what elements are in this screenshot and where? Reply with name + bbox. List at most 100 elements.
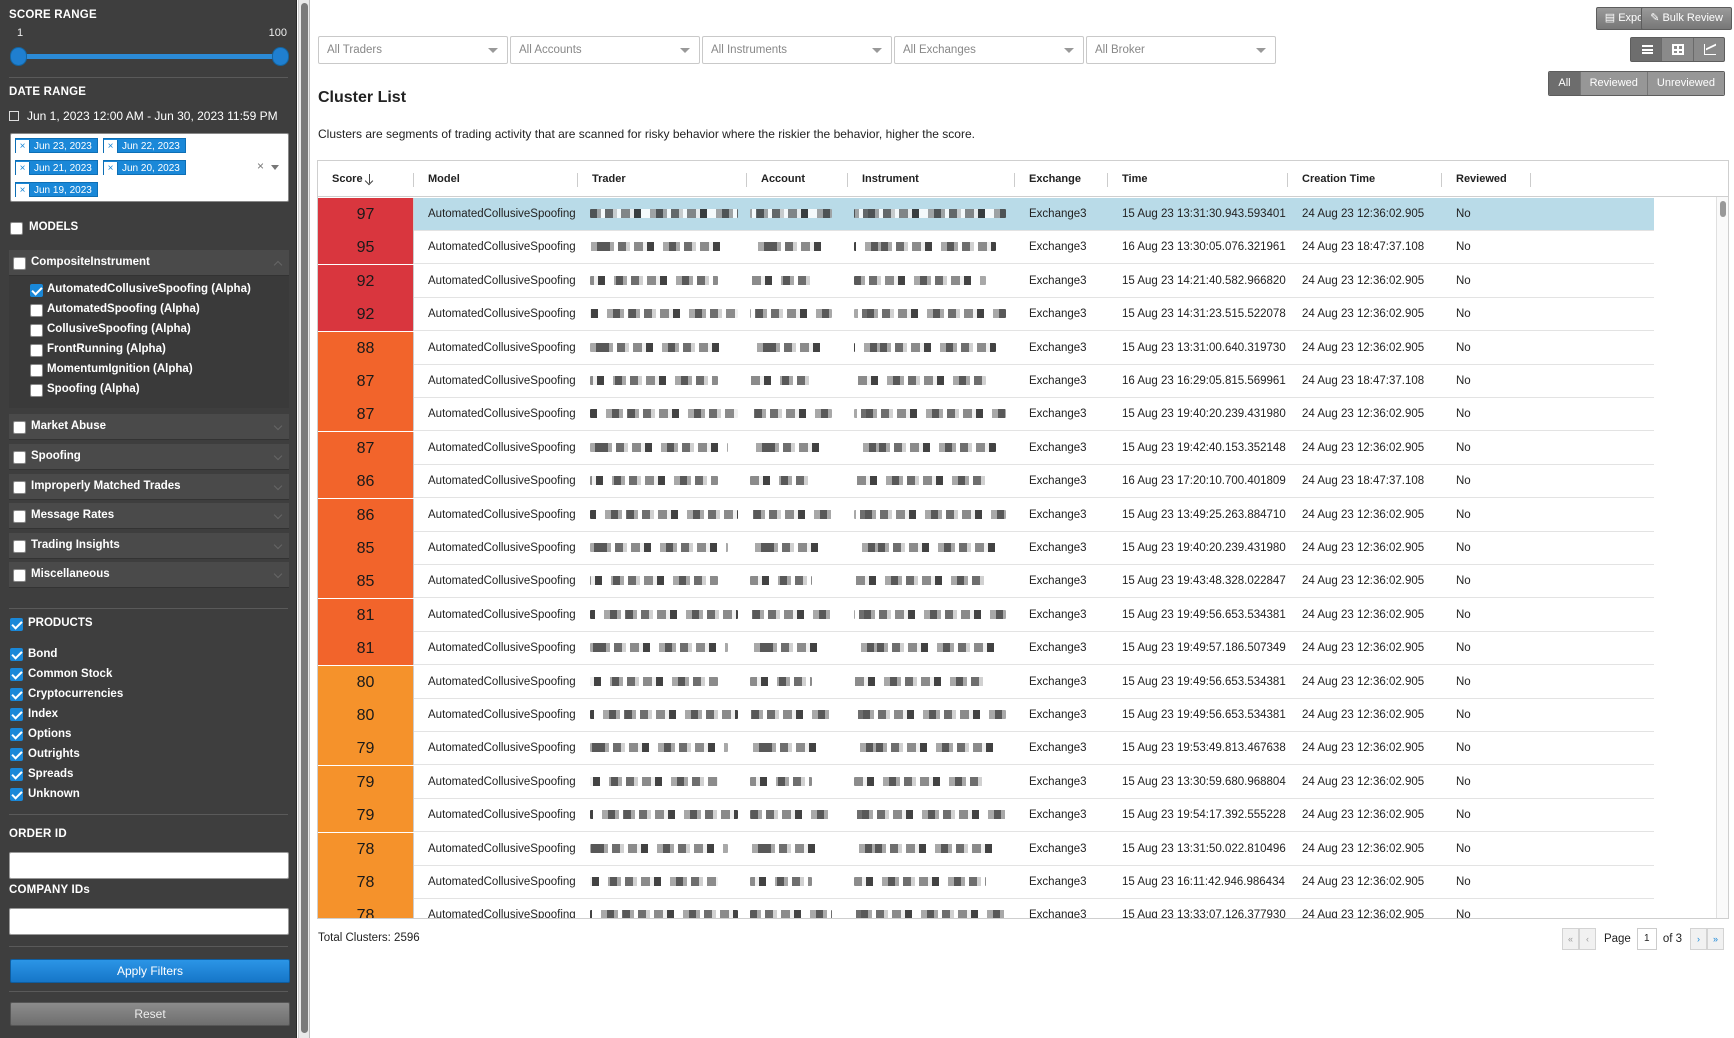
products-checkbox[interactable]	[10, 618, 23, 631]
column-header-creation-time[interactable]: Creation Time	[1288, 161, 1442, 197]
company-ids-input[interactable]	[9, 908, 289, 935]
bulk-review-button[interactable]: ✎ Bulk Review	[1641, 7, 1732, 30]
table-row[interactable]: 85 AutomatedCollusiveSpoofing Exchange3 15 …	[318, 565, 1654, 599]
group-checkbox[interactable]	[13, 481, 26, 494]
list-view-button[interactable]	[1631, 38, 1663, 61]
column-header-reviewed[interactable]: Reviewed	[1442, 161, 1531, 197]
product-checkbox[interactable]	[10, 648, 23, 661]
column-header-score[interactable]: Score	[318, 161, 414, 197]
prev-page-button[interactable]: ‹	[1578, 928, 1596, 950]
column-header-model[interactable]: Model	[414, 161, 578, 197]
model-group-market-abuse[interactable]: Market Abuse	[9, 414, 289, 440]
group-checkbox[interactable]	[13, 540, 26, 553]
product-checkbox[interactable]	[10, 668, 23, 681]
group-checkbox[interactable]	[13, 257, 26, 270]
group-checkbox[interactable]	[13, 451, 26, 464]
table-row[interactable]: 88 AutomatedCollusiveSpoofing Exchange3 15 …	[318, 331, 1654, 365]
table-row[interactable]: 79 AutomatedCollusiveSpoofing Exchange3 15 …	[318, 732, 1654, 766]
table-row[interactable]: 79 AutomatedCollusiveSpoofing Exchange3 15 …	[318, 799, 1654, 833]
reset-button[interactable]: Reset	[10, 1002, 290, 1026]
model-checkbox[interactable]	[30, 284, 43, 297]
table-row[interactable]: 78 AutomatedCollusiveSpoofing Exchange3 15 …	[318, 866, 1654, 899]
clear-dates-icon[interactable]: ×	[257, 159, 264, 173]
remove-tag-icon[interactable]: ×	[16, 184, 30, 197]
table-scrollbar[interactable]	[1716, 197, 1728, 918]
remove-tag-icon[interactable]: ×	[16, 162, 30, 175]
remove-tag-icon[interactable]: ×	[104, 162, 118, 175]
table-row[interactable]: 87 AutomatedCollusiveSpoofing Exchange3 15 …	[318, 398, 1654, 432]
chevron-down-icon[interactable]	[273, 569, 283, 579]
chart-view-button[interactable]	[1694, 38, 1724, 61]
last-page-button[interactable]: »	[1707, 928, 1724, 950]
model-checkbox[interactable]	[30, 364, 43, 377]
chevron-down-icon[interactable]	[273, 540, 283, 550]
table-row[interactable]: 79 AutomatedCollusiveSpoofing Exchange3 15 …	[318, 765, 1654, 799]
page-input[interactable]: 1	[1636, 928, 1657, 950]
chevron-down-icon[interactable]	[273, 421, 283, 431]
group-checkbox[interactable]	[13, 421, 26, 434]
group-checkbox[interactable]	[13, 569, 26, 582]
model-checkbox[interactable]	[30, 344, 43, 357]
model-group-trading-insights[interactable]: Trading Insights	[9, 533, 289, 559]
models-checkbox[interactable]	[10, 222, 23, 235]
traders-select[interactable]: All Traders	[318, 36, 508, 64]
date-tags-select[interactable]: × Jun 23, 2023 × Jun 22, 2023 × Jun 21, 202…	[10, 133, 289, 202]
product-checkbox[interactable]	[10, 688, 23, 701]
tab-all[interactable]: All	[1549, 72, 1581, 95]
model-group-miscellaneous[interactable]: Miscellaneous	[9, 562, 289, 588]
tab-reviewed[interactable]: Reviewed	[1580, 72, 1648, 95]
column-header-trader[interactable]: Trader	[578, 161, 747, 197]
model-group-spoofing[interactable]: Spoofing	[9, 444, 289, 470]
model-checkbox[interactable]	[30, 304, 43, 317]
chevron-down-icon[interactable]	[273, 481, 283, 491]
table-row[interactable]: 87 AutomatedCollusiveSpoofing Exchange3 16 …	[318, 365, 1654, 398]
column-header-time[interactable]: Time	[1108, 161, 1288, 197]
table-row[interactable]: 80 AutomatedCollusiveSpoofing Exchange3 15 …	[318, 665, 1654, 699]
scrollbar-thumb[interactable]	[301, 3, 308, 1033]
date-tag[interactable]: × Jun 20, 2023	[103, 160, 186, 175]
table-row[interactable]: 95 AutomatedCollusiveSpoofing Exchange3 16 …	[318, 231, 1654, 265]
model-group-improperly-matched-trades[interactable]: Improperly Matched Trades	[9, 474, 289, 500]
table-row[interactable]: 78 AutomatedCollusiveSpoofing Exchange3 15 …	[318, 899, 1654, 918]
date-tag[interactable]: × Jun 21, 2023	[15, 160, 98, 175]
table-row[interactable]: 81 AutomatedCollusiveSpoofing Exchange3 15 …	[318, 632, 1654, 666]
table-row[interactable]: 81 AutomatedCollusiveSpoofing Exchange3 15 …	[318, 598, 1654, 632]
model-group-message-rates[interactable]: Message Rates	[9, 503, 289, 529]
order-id-input[interactable]	[9, 852, 289, 879]
table-row[interactable]: 92 AutomatedCollusiveSpoofing Exchange3 15 …	[318, 264, 1654, 298]
column-header-instrument[interactable]: Instrument	[848, 161, 1015, 197]
score-range-track[interactable]	[18, 54, 282, 59]
chevron-down-icon[interactable]	[273, 510, 283, 520]
model-checkbox[interactable]	[30, 384, 43, 397]
score-min-handle[interactable]	[10, 47, 27, 66]
chevron-down-icon[interactable]	[273, 451, 283, 461]
product-checkbox[interactable]	[10, 708, 23, 721]
table-row[interactable]: 78 AutomatedCollusiveSpoofing Exchange3 15 …	[318, 832, 1654, 866]
table-row[interactable]: 85 AutomatedCollusiveSpoofing Exchange3 15 …	[318, 532, 1654, 565]
exchanges-select[interactable]: All Exchanges	[894, 36, 1084, 64]
product-checkbox[interactable]	[10, 788, 23, 801]
table-row[interactable]: 97 AutomatedCollusiveSpoofing Exchange3 15 …	[318, 198, 1654, 231]
sidebar-scrollbar[interactable]	[298, 0, 310, 1038]
scrollbar-thumb[interactable]	[1720, 201, 1726, 217]
product-checkbox[interactable]	[10, 728, 23, 741]
grid-view-button[interactable]	[1662, 38, 1694, 61]
apply-filters-button[interactable]: Apply Filters	[10, 959, 290, 983]
model-group-compositeinstrument[interactable]: CompositeInstrument	[9, 250, 289, 276]
date-range-picker[interactable]: Jun 1, 2023 12:00 AM - Jun 30, 2023 11:5…	[9, 109, 278, 123]
next-page-button[interactable]: ›	[1690, 928, 1707, 950]
table-row[interactable]: 92 AutomatedCollusiveSpoofing Exchange3 15 …	[318, 298, 1654, 332]
table-row[interactable]: 86 AutomatedCollusiveSpoofing Exchange3 15 …	[318, 498, 1654, 532]
chevron-down-icon[interactable]	[271, 165, 279, 170]
remove-tag-icon[interactable]: ×	[104, 140, 118, 153]
table-row[interactable]: 87 AutomatedCollusiveSpoofing Exchange3 15 …	[318, 431, 1654, 465]
date-tag[interactable]: × Jun 23, 2023	[15, 138, 98, 153]
instruments-select[interactable]: All Instruments	[702, 36, 892, 64]
column-header-exchange[interactable]: Exchange	[1015, 161, 1108, 197]
product-checkbox[interactable]	[10, 748, 23, 761]
tab-unreviewed[interactable]: Unreviewed	[1647, 72, 1724, 95]
product-checkbox[interactable]	[10, 768, 23, 781]
broker-select[interactable]: All Broker	[1086, 36, 1276, 64]
table-row[interactable]: 80 AutomatedCollusiveSpoofing Exchange3 15 …	[318, 699, 1654, 732]
first-page-button[interactable]: «	[1561, 928, 1579, 950]
